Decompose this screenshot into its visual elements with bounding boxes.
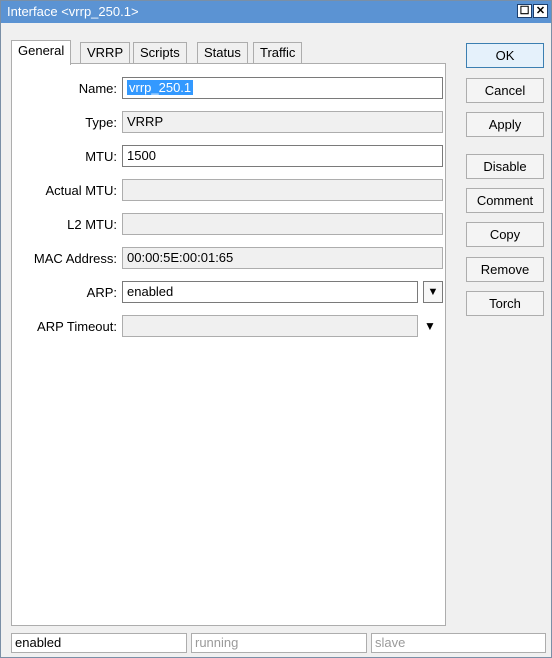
status-slave: slave [371,633,546,653]
tab-traffic[interactable]: Traffic [253,42,303,64]
arp-label: ARP: [86,285,117,300]
title-bar[interactable]: Interface <vrrp_250.1> ☐ ✕ [1,1,551,23]
arp-timeout-label: ARP Timeout: [37,319,117,334]
actual-mtu-field [122,179,443,201]
status-running: running [191,633,367,653]
type-field: VRRP [122,111,443,133]
tab-status[interactable]: Status [197,42,248,64]
close-icon[interactable]: ✕ [533,4,548,18]
arp-select[interactable]: enabled [122,281,418,303]
mtu-input[interactable]: 1500 [122,145,443,167]
l2-mtu-label: L2 MTU: [67,217,117,232]
remove-button[interactable]: Remove [466,257,544,282]
comment-button[interactable]: Comment [466,188,544,213]
tab-general[interactable]: General [11,40,72,65]
tab-scripts[interactable]: Scripts [133,42,187,64]
mtu-label: MTU: [85,149,117,164]
disable-button[interactable]: Disable [466,154,544,179]
torch-button[interactable]: Torch [466,291,544,316]
maximize-icon[interactable]: ☐ [517,4,532,18]
type-label: Type: [85,115,117,130]
arp-dropdown-icon[interactable]: ▼ [423,281,443,303]
copy-button[interactable]: Copy [466,222,544,247]
l2-mtu-field [122,213,443,235]
name-value: vrrp_250.1 [127,80,194,95]
ok-button[interactable]: OK [466,43,544,68]
interface-window: Interface <vrrp_250.1> ☐ ✕ General VRRP … [0,0,552,658]
name-input[interactable]: vrrp_250.1 [122,77,443,99]
name-label: Name: [78,81,117,96]
status-enabled: enabled [11,633,187,653]
mac-address-field: 00:00:5E:00:01:65 [122,247,443,269]
status-bar: enabled running slave [11,633,546,653]
cancel-button[interactable]: Cancel [466,78,544,103]
window-title: Interface <vrrp_250.1> [7,4,139,19]
actual-mtu-label: Actual MTU: [45,183,117,198]
apply-button[interactable]: Apply [466,112,544,137]
mac-address-label: MAC Address: [33,251,117,266]
arp-timeout-dropdown-icon[interactable]: ▼ [424,319,436,333]
tab-vrrp[interactable]: VRRP [80,42,131,64]
arp-timeout-field[interactable] [122,315,418,337]
